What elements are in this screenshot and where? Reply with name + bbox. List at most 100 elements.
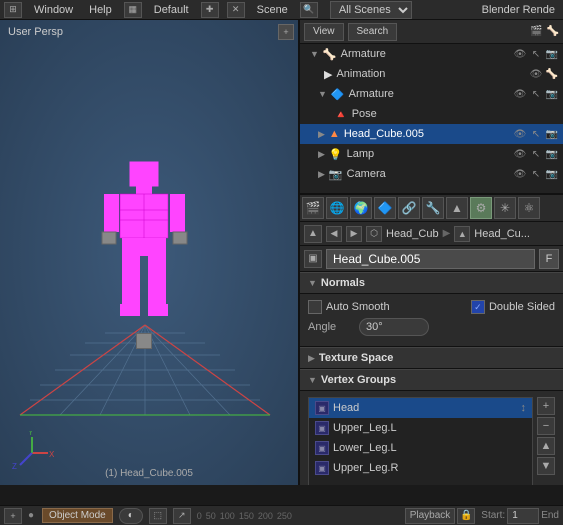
obj-type-icon: ▣: [304, 250, 322, 268]
obj-name-input[interactable]: [326, 249, 535, 269]
search-btn[interactable]: Search: [348, 23, 398, 41]
normals-content: Auto Smooth ✓ Double Sided Angle: [300, 294, 563, 347]
eye-icon-armature-sub[interactable]: 👁: [513, 87, 527, 101]
tree-item-head-cube[interactable]: ▶ ▲ Head_Cube.005 👁 ↖ 📷: [300, 124, 563, 144]
obj-f-button[interactable]: F: [539, 249, 559, 269]
layout-icon[interactable]: ▦: [124, 2, 142, 18]
window-icon[interactable]: ⊞: [4, 2, 22, 18]
outliner-header: View Search 🎬 🦴: [300, 20, 563, 44]
vertex-groups-list[interactable]: ▣ Head ↕ ▣ Upper_Leg.L ▣ Lower_Leg.L: [308, 397, 533, 485]
normals-arrow: ▼: [308, 278, 317, 288]
viewport-label: User Persp: [8, 26, 63, 38]
props-physics-btn[interactable]: ⚛: [518, 197, 540, 219]
vertex-groups-section-header[interactable]: ▼ Vertex Groups: [300, 369, 563, 391]
all-scenes-selector[interactable]: All Scenes: [330, 1, 412, 19]
angle-input[interactable]: [359, 318, 429, 336]
auto-smooth-label: Auto Smooth: [326, 301, 390, 313]
render-icon-lamp[interactable]: 📷: [545, 147, 559, 161]
render-icon-camera[interactable]: 📷: [545, 167, 559, 181]
viewport-overlay-btn[interactable]: ↗: [173, 508, 191, 524]
vgroup-icon-upper-leg-l: ▣: [315, 421, 329, 435]
search-icon[interactable]: 🔍: [300, 2, 318, 18]
tree-item-pose[interactable]: 🔺 Pose: [300, 104, 563, 124]
auto-smooth-checkbox-item[interactable]: Auto Smooth: [308, 300, 390, 314]
vgroup-item-head[interactable]: ▣ Head ↕: [309, 398, 532, 418]
props-modifiers-btn[interactable]: 🔧: [422, 197, 444, 219]
props-particles-btn[interactable]: ✳: [494, 197, 516, 219]
vgroup-icon-lower-leg-l: ▣: [315, 441, 329, 455]
mesh-icon-headcube: ▲: [329, 128, 340, 140]
vgroup-item-upper-leg-l[interactable]: ▣ Upper_Leg.L: [309, 418, 532, 438]
tree-item-armature-root[interactable]: ▼ 🦴 Armature 👁 ↖ 📷: [300, 44, 563, 64]
render-icon-headcube[interactable]: 📷: [545, 127, 559, 141]
eye-icon-headcube[interactable]: 👁: [513, 127, 527, 141]
props-object-btn[interactable]: 🔷: [374, 197, 396, 219]
breadcrumb-nav-icon[interactable]: ⬡: [366, 226, 382, 242]
help-menu[interactable]: Help: [85, 4, 116, 16]
viewport-frame-info: (1) Head_Cube.005: [105, 468, 193, 479]
vertex-groups-content: ▣ Head ↕ ▣ Upper_Leg.L ▣ Lower_Leg.L: [300, 391, 563, 485]
viewport-options-btn[interactable]: ⬚: [149, 508, 167, 524]
render-icon-armature[interactable]: 📷: [545, 47, 559, 61]
auto-smooth-checkbox[interactable]: [308, 300, 322, 314]
timeline-marker-0: 0: [197, 511, 202, 521]
vgroup-item-lower-leg-l[interactable]: ▣ Lower_Leg.L: [309, 438, 532, 458]
breadcrumb-nav-back[interactable]: ◀: [326, 226, 342, 242]
playback-label-btn[interactable]: Playback: [405, 508, 456, 524]
props-data-btn[interactable]: ▲: [446, 197, 468, 219]
default-layout[interactable]: Default: [150, 4, 193, 16]
normals-section-header[interactable]: ▼ Normals: [300, 272, 563, 294]
props-scene-btn[interactable]: 🌐: [326, 197, 348, 219]
tree-item-camera[interactable]: ▶ 📷 Camera 👁 ↖ 📷: [300, 164, 563, 184]
eye-icon-animation[interactable]: 👁: [529, 67, 543, 81]
breadcrumb-head-cub[interactable]: Head_Cub: [386, 228, 439, 240]
cursor-icon-armature-sub[interactable]: ↖: [529, 87, 543, 101]
add-layout-icon[interactable]: ✚: [201, 2, 219, 18]
lock-btn[interactable]: 🔒: [457, 508, 475, 524]
tree-item-lamp[interactable]: ▶ 💡 Lamp 👁 ↖ 📷: [300, 144, 563, 164]
breadcrumb-mesh-icon[interactable]: ▲: [454, 226, 470, 242]
viewport-3d[interactable]: User Persp +: [0, 20, 300, 485]
viewport-corner[interactable]: +: [278, 24, 294, 40]
animation-icon: ▶: [324, 68, 332, 81]
corner-expand-btn[interactable]: +: [278, 24, 294, 40]
props-render-btn[interactable]: 🎬: [302, 197, 324, 219]
cursor-icon-camera[interactable]: ↖: [529, 167, 543, 181]
breadcrumb-nav-forward[interactable]: ▶: [346, 226, 362, 242]
object-mode-selector[interactable]: Object Mode: [42, 508, 113, 523]
outliner-tree[interactable]: ▼ 🦴 Armature 👁 ↖ 📷 ▶ Animation 👁 🦴 ▼ 🔷: [300, 44, 563, 194]
vgroup-up-btn[interactable]: ▲: [537, 437, 555, 455]
vgroup-item-upper-leg-r[interactable]: ▣ Upper_Leg.R: [309, 458, 532, 478]
render-icon-armature-sub[interactable]: 📷: [545, 87, 559, 101]
cursor-icon-lamp[interactable]: ↖: [529, 147, 543, 161]
breadcrumb-head-cu[interactable]: Head_Cu...: [474, 228, 530, 240]
window-menu[interactable]: Window: [30, 4, 77, 16]
cursor-icon-armature[interactable]: ↖: [529, 47, 543, 61]
props-active-btn[interactable]: ⚙: [470, 197, 492, 219]
cursor-icon-animation[interactable]: 🦴: [545, 67, 559, 81]
vertex-groups-title: Vertex Groups: [321, 374, 396, 386]
props-world-btn[interactable]: 🌍: [350, 197, 372, 219]
ground-cube: [136, 333, 152, 349]
tree-item-armature-sub[interactable]: ▼ 🔷 Armature 👁 ↖ 📷: [300, 84, 563, 104]
view-btn[interactable]: View: [304, 23, 344, 41]
vgroup-add-btn[interactable]: +: [537, 397, 555, 415]
vgroup-remove-btn[interactable]: −: [537, 417, 555, 435]
eye-icon-camera[interactable]: 👁: [513, 167, 527, 181]
double-sided-checkbox[interactable]: ✓: [471, 300, 485, 314]
remove-layout-icon[interactable]: ✕: [227, 2, 245, 18]
double-sided-checkbox-item[interactable]: ✓ Double Sided: [471, 300, 555, 314]
eye-icon-lamp[interactable]: 👁: [513, 147, 527, 161]
svg-text:X: X: [49, 450, 54, 459]
vgroup-action-head[interactable]: ↕: [521, 402, 527, 414]
start-frame-input[interactable]: [507, 508, 539, 524]
eye-icon-armature[interactable]: 👁: [513, 47, 527, 61]
mode-select-btn[interactable]: +: [4, 508, 22, 524]
texture-space-section-header[interactable]: ▶ Texture Space: [300, 347, 563, 369]
tree-item-animation[interactable]: ▶ Animation 👁 🦴: [300, 64, 563, 84]
viewport-shading-btn[interactable]: ◐: [119, 508, 143, 524]
cursor-icon-headcube[interactable]: ↖: [529, 127, 543, 141]
props-constraints-btn[interactable]: 🔗: [398, 197, 420, 219]
bottom-bar: + ● Object Mode ◐ ⬚ ↗ 0 50 100 150 200 2…: [0, 505, 563, 525]
vgroup-down-btn[interactable]: ▼: [537, 457, 555, 475]
